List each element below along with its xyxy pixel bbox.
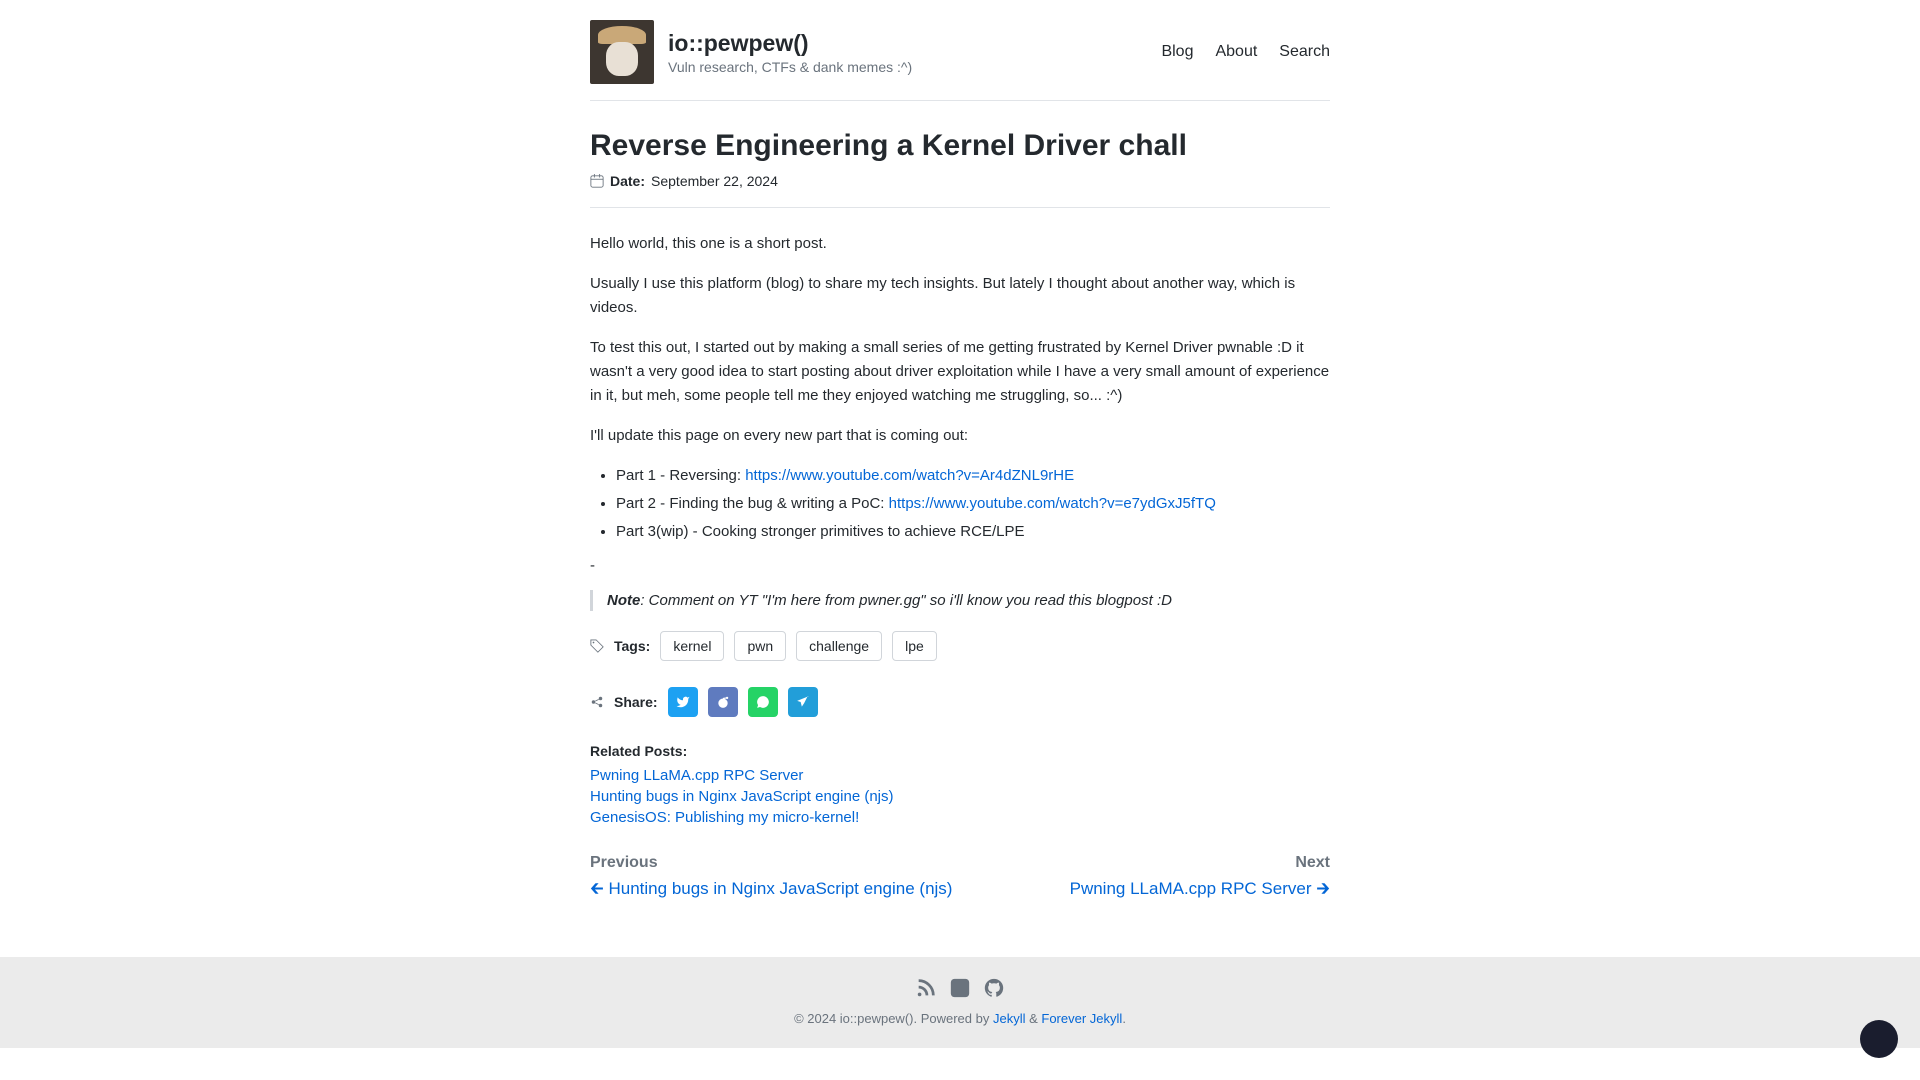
share-icon [590, 695, 604, 709]
note-label: Note [607, 592, 640, 609]
list-item: Part 2 - Finding the bug & writing a PoC… [616, 492, 1330, 516]
prev-post: Previous 🡰 Hunting bugs in Nginx JavaScr… [590, 854, 952, 905]
related-link[interactable]: Hunting bugs in Nginx JavaScript engine … [590, 788, 1330, 805]
list-item: Part 1 - Reversing: https://www.youtube.… [616, 464, 1330, 488]
post-meta: Date: September 22, 2024 [590, 173, 1330, 208]
footer-github[interactable] [981, 975, 1007, 1001]
scroll-top-button[interactable] [1860, 1020, 1898, 1058]
whatsapp-icon [756, 695, 770, 709]
main-nav: Blog About Search [1161, 43, 1330, 61]
tag-lpe[interactable]: lpe [892, 631, 937, 661]
paragraph: To test this out, I started out by makin… [590, 336, 1330, 408]
tag-icon [590, 639, 604, 653]
calendar-icon [590, 174, 604, 188]
share-twitter[interactable] [668, 687, 698, 717]
nav-about[interactable]: About [1215, 43, 1257, 61]
video-link-2[interactable]: https://www.youtube.com/watch?v=e7ydGxJ5… [889, 495, 1216, 512]
avatar [590, 20, 654, 84]
post-navigation: Previous 🡰 Hunting bugs in Nginx JavaScr… [590, 854, 1330, 905]
site-title: io::pewpew() [668, 30, 912, 57]
site-header: io::pewpew() Vuln research, CTFs & dank … [590, 20, 1330, 101]
date-label: Date: [610, 173, 645, 189]
share-reddit[interactable] [708, 687, 738, 717]
next-post: Next Pwning LLaMA.cpp RPC Server 🡲 [1070, 854, 1330, 905]
prev-label: Previous [590, 854, 952, 872]
next-title: Pwning LLaMA.cpp RPC Server [1070, 879, 1312, 898]
prev-title: Hunting bugs in Nginx JavaScript engine … [609, 879, 953, 898]
post-date: September 22, 2024 [651, 173, 778, 189]
li-prefix: Part 2 - Finding the bug & writing a PoC… [616, 495, 889, 512]
related-posts: Related Posts: Pwning LLaMA.cpp RPC Serv… [590, 743, 1330, 826]
next-link[interactable]: Pwning LLaMA.cpp RPC Server 🡲 [1070, 879, 1330, 898]
rss-icon [915, 977, 937, 999]
prev-link[interactable]: 🡰 Hunting bugs in Nginx JavaScript engin… [590, 879, 952, 898]
twitter-icon [676, 695, 690, 709]
site-tagline: Vuln research, CTFs & dank memes :^) [668, 59, 912, 75]
tags-row: Tags: kernel pwn challenge lpe [590, 631, 1330, 661]
dash: - [590, 554, 1330, 578]
footer-social [0, 975, 1920, 1001]
nav-search[interactable]: Search [1279, 43, 1330, 61]
copy-amp: & [1025, 1011, 1041, 1026]
note-block: Note: Comment on YT "I'm here from pwner… [590, 590, 1330, 611]
share-telegram[interactable] [788, 687, 818, 717]
telegram-icon [796, 695, 810, 709]
footer-twitter[interactable] [947, 975, 973, 1001]
brand: io::pewpew() Vuln research, CTFs & dank … [590, 20, 912, 84]
paragraph: Hello world, this one is a short post. [590, 232, 1330, 256]
paragraph: I'll update this page on every new part … [590, 424, 1330, 448]
related-link[interactable]: GenesisOS: Publishing my micro-kernel! [590, 809, 1330, 826]
site-footer: © 2024 io::pewpew(). Powered by Jekyll &… [0, 957, 1920, 1048]
copy-dot: . [1122, 1011, 1126, 1026]
copy-prefix: © 2024 io::pewpew(). Powered by [794, 1011, 993, 1026]
parts-list: Part 1 - Reversing: https://www.youtube.… [590, 464, 1330, 544]
tag-challenge[interactable]: challenge [796, 631, 882, 661]
tags-label: Tags: [614, 638, 650, 654]
post-title: Reverse Engineering a Kernel Driver chal… [590, 129, 1330, 163]
footer-copy: © 2024 io::pewpew(). Powered by Jekyll &… [0, 1011, 1920, 1026]
tag-kernel[interactable]: kernel [660, 631, 724, 661]
next-label: Next [1070, 854, 1330, 872]
nav-blog[interactable]: Blog [1161, 43, 1193, 61]
post-body: Hello world, this one is a short post. U… [590, 232, 1330, 611]
share-row: Share: [590, 687, 1330, 717]
reddit-icon [716, 695, 730, 709]
li-prefix: Part 1 - Reversing: [616, 467, 745, 484]
github-icon [983, 977, 1005, 999]
paragraph: Usually I use this platform (blog) to sh… [590, 272, 1330, 320]
related-heading: Related Posts: [590, 743, 1330, 759]
jekyll-link[interactable]: Jekyll [993, 1011, 1026, 1026]
footer-rss[interactable] [913, 975, 939, 1001]
share-label: Share: [614, 694, 658, 710]
brand-text: io::pewpew() Vuln research, CTFs & dank … [668, 30, 912, 75]
forever-jekyll-link[interactable]: Forever Jekyll [1041, 1011, 1122, 1026]
tag-pwn[interactable]: pwn [734, 631, 786, 661]
share-whatsapp[interactable] [748, 687, 778, 717]
twitter-icon [949, 977, 971, 999]
related-link[interactable]: Pwning LLaMA.cpp RPC Server [590, 767, 1330, 784]
list-item: Part 3(wip) - Cooking stronger primitive… [616, 520, 1330, 544]
note-text: : Comment on YT "I'm here from pwner.gg"… [640, 592, 1172, 609]
video-link-1[interactable]: https://www.youtube.com/watch?v=Ar4dZNL9… [745, 467, 1074, 484]
